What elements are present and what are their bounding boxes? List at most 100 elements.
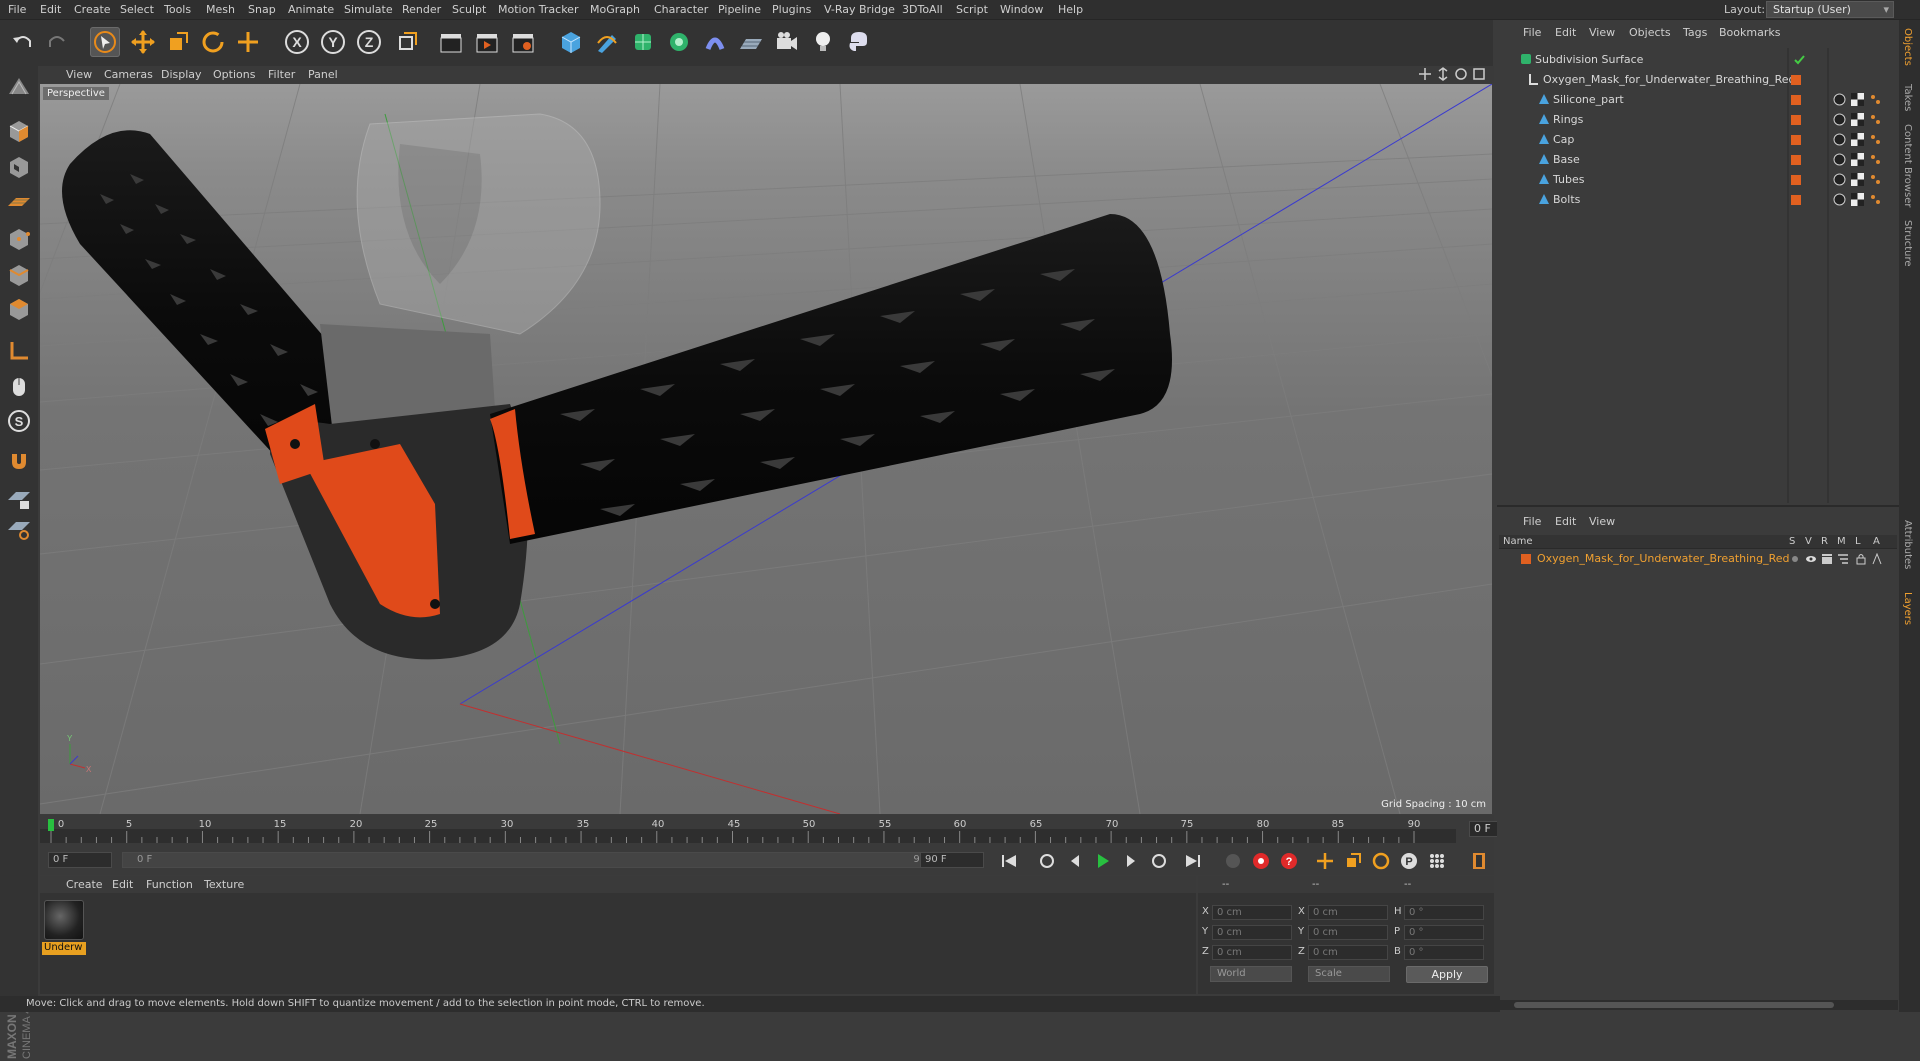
- size-x-field[interactable]: 0 cm: [1308, 905, 1388, 920]
- menu-edit[interactable]: Edit: [40, 3, 61, 16]
- orbit-icon[interactable]: [1454, 67, 1468, 81]
- floor-button[interactable]: [736, 27, 766, 57]
- layer-menu-edit[interactable]: Edit: [1555, 515, 1576, 528]
- menu-window[interactable]: Window: [1000, 3, 1043, 16]
- key-pla-button[interactable]: [1426, 850, 1448, 872]
- tab-takes[interactable]: Takes: [1902, 84, 1913, 111]
- play-button[interactable]: [1092, 850, 1114, 872]
- key-rotation-button[interactable]: [1370, 850, 1392, 872]
- column-locked[interactable]: L: [1855, 536, 1861, 547]
- tab-attributes[interactable]: Attributes: [1902, 520, 1913, 569]
- viewport-menu-panel[interactable]: Panel: [308, 68, 338, 81]
- rot-p-field[interactable]: 0 °: [1404, 925, 1484, 940]
- x-axis-button[interactable]: X: [282, 27, 312, 57]
- material-tag-icon[interactable]: [1833, 93, 1846, 106]
- manager-icon[interactable]: [1837, 553, 1849, 565]
- object-row-subdivision-surface[interactable]: Subdivision Surface: [1497, 50, 1897, 70]
- tab-structure[interactable]: Structure: [1902, 220, 1913, 267]
- pos-z-field[interactable]: 0 cm: [1212, 945, 1292, 960]
- model-mode-button[interactable]: [4, 116, 34, 146]
- live-selection-button[interactable]: [90, 27, 120, 57]
- object-row-tubes[interactable]: Tubes: [1497, 170, 1897, 190]
- menu-select[interactable]: Select: [120, 3, 154, 16]
- layer-menu-view[interactable]: View: [1589, 515, 1615, 528]
- pan-icon[interactable]: [1418, 67, 1432, 81]
- tab-objects[interactable]: Objects: [1902, 28, 1913, 66]
- scale-button[interactable]: [163, 27, 193, 57]
- rotate-button[interactable]: [198, 27, 228, 57]
- maximize-view-icon[interactable]: [1472, 67, 1486, 81]
- transform-button[interactable]: [233, 27, 263, 57]
- material-tag-icon[interactable]: [1833, 173, 1846, 186]
- undo-button[interactable]: [8, 27, 38, 57]
- edges-mode-button[interactable]: [4, 260, 34, 290]
- texture-tag-icon[interactable]: [1851, 133, 1864, 146]
- object-row-oxygen-mask[interactable]: Oxygen_Mask_for_Underwater_Breathing_Red: [1497, 70, 1897, 90]
- column-render[interactable]: R: [1821, 536, 1828, 547]
- menu-script[interactable]: Script: [956, 3, 988, 16]
- pen-button[interactable]: [592, 27, 622, 57]
- workplane-rotate-button[interactable]: [4, 514, 34, 544]
- object-row-base[interactable]: Base: [1497, 150, 1897, 170]
- previous-key-button[interactable]: [1036, 850, 1058, 872]
- workplane-button[interactable]: [4, 186, 34, 216]
- eye-icon[interactable]: [1805, 553, 1817, 565]
- object-row-cap[interactable]: Cap: [1497, 130, 1897, 150]
- light-button[interactable]: [808, 27, 838, 57]
- menu-file[interactable]: File: [8, 3, 26, 16]
- texture-tag-icon[interactable]: [1851, 173, 1864, 186]
- uvw-tag-icon[interactable]: [1869, 193, 1882, 206]
- object-row-silicone-part[interactable]: Silicone_part: [1497, 90, 1897, 110]
- solo-dot-icon[interactable]: [1789, 553, 1801, 565]
- key-position-button[interactable]: [1314, 850, 1336, 872]
- tweak-mode-button[interactable]: [4, 372, 34, 402]
- checkmark-icon[interactable]: [1793, 53, 1806, 66]
- subdivision-button[interactable]: [628, 27, 658, 57]
- viewport-menu-display[interactable]: Display: [161, 68, 202, 81]
- pos-x-field[interactable]: 0 cm: [1212, 905, 1292, 920]
- objmgr-menu-objects[interactable]: Objects: [1629, 26, 1671, 39]
- menu-pipeline[interactable]: Pipeline: [718, 3, 761, 16]
- menu-create[interactable]: Create: [74, 3, 111, 16]
- menu-help[interactable]: Help: [1058, 3, 1083, 16]
- scrollbar-thumb[interactable]: [1514, 1002, 1834, 1008]
- layer-menu-file[interactable]: File: [1523, 515, 1541, 528]
- layout-select[interactable]: Startup (User): [1766, 1, 1894, 18]
- camera-button[interactable]: [772, 27, 802, 57]
- points-mode-button[interactable]: [4, 224, 34, 254]
- objmgr-menu-edit[interactable]: Edit: [1555, 26, 1576, 39]
- make-editable-button[interactable]: [4, 72, 34, 102]
- timeline-ruler[interactable]: 0 5 10 15 20 25 30 35 40 45 50 55 60 65 …: [40, 815, 1531, 845]
- polygons-mode-button[interactable]: [4, 294, 34, 324]
- column-animation[interactable]: A: [1873, 536, 1880, 547]
- menu-plugins[interactable]: Plugins: [772, 3, 811, 16]
- texture-tag-icon[interactable]: [1851, 153, 1864, 166]
- menu-snap[interactable]: Snap: [248, 3, 276, 16]
- menu-motion-tracker[interactable]: Motion Tracker: [498, 3, 578, 16]
- material-tag-icon[interactable]: [1833, 193, 1846, 206]
- menu-animate[interactable]: Animate: [288, 3, 334, 16]
- menu-simulate[interactable]: Simulate: [344, 3, 393, 16]
- menu-mograph[interactable]: MoGraph: [590, 3, 640, 16]
- 3d-viewport[interactable]: YX Perspective Grid Spacing : 10 cm: [40, 84, 1492, 814]
- material-menu-texture[interactable]: Texture: [204, 878, 244, 891]
- start-frame-field[interactable]: 0 F: [48, 852, 112, 868]
- next-key-button[interactable]: [1148, 850, 1170, 872]
- material-menu-function[interactable]: Function: [146, 878, 193, 891]
- size-z-field[interactable]: 0 cm: [1308, 945, 1388, 960]
- layer-row[interactable]: Oxygen_Mask_for_Underwater_Breathing_Red: [1499, 551, 1897, 567]
- menu-render[interactable]: Render: [402, 3, 441, 16]
- horizontal-scrollbar[interactable]: [1500, 1000, 1898, 1010]
- magnet-button[interactable]: [4, 446, 34, 476]
- uvw-tag-icon[interactable]: [1869, 153, 1882, 166]
- menu-sculpt[interactable]: Sculpt: [452, 3, 486, 16]
- rot-b-field[interactable]: 0 °: [1404, 945, 1484, 960]
- material-menu-edit[interactable]: Edit: [112, 878, 133, 891]
- texture-tag-icon[interactable]: [1851, 93, 1864, 106]
- autokey-button[interactable]: [1250, 850, 1272, 872]
- snap-button[interactable]: S: [4, 406, 34, 436]
- preview-range-slider[interactable]: 0 F 90 F: [122, 852, 952, 868]
- menu-character[interactable]: Character: [654, 3, 708, 16]
- material-tag-icon[interactable]: [1833, 153, 1846, 166]
- material-tag-icon[interactable]: [1833, 113, 1846, 126]
